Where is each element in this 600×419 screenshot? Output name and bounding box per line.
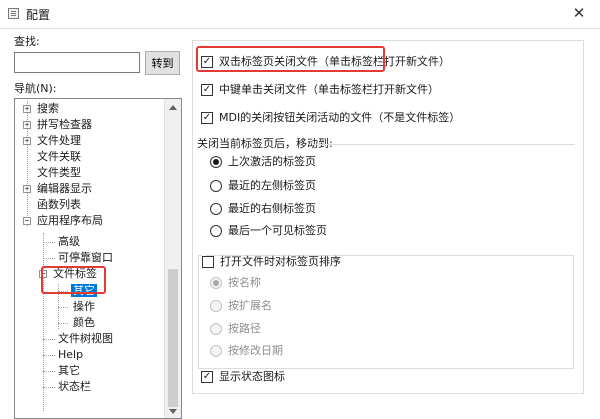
tree-item-help[interactable]: Help bbox=[58, 347, 83, 363]
tree-line bbox=[58, 291, 68, 292]
tree-line bbox=[43, 242, 55, 243]
tree-line bbox=[43, 339, 55, 340]
title-bar: 配置 ✕ bbox=[0, 0, 600, 29]
left-pane: 查找: 转到 导航(N): + 搜索 + 拼写检查器 + 文件处理 文件关联 文… bbox=[8, 30, 183, 419]
collapse-icon[interactable]: − bbox=[23, 217, 31, 225]
checkbox-dblclick-close[interactable]: ✓ bbox=[201, 56, 213, 68]
radio-button[interactable] bbox=[210, 277, 222, 289]
settings-panel: ✓ 双击标签页关闭文件（单击标签栏打开新文件） ✓ 中键单击关闭文件（单击标签栏… bbox=[192, 40, 584, 394]
tree-line bbox=[43, 355, 55, 356]
collapse-icon[interactable]: − bbox=[39, 270, 47, 278]
radio-button[interactable] bbox=[210, 323, 222, 335]
expand-icon[interactable]: + bbox=[23, 137, 31, 145]
expand-icon[interactable]: + bbox=[23, 185, 31, 193]
tree-line bbox=[58, 323, 68, 324]
tree-scrollbar[interactable] bbox=[164, 99, 181, 418]
radio-button[interactable] bbox=[210, 180, 222, 192]
checkbox-sort-tabs[interactable] bbox=[202, 256, 214, 268]
navigation-tree[interactable]: + 搜索 + 拼写检查器 + 文件处理 文件关联 文件类型 + 编辑器显示 函数… bbox=[14, 98, 182, 419]
checkbox-mdi-close[interactable]: ✓ bbox=[201, 112, 213, 124]
tree-item-advanced[interactable]: 高级 bbox=[58, 234, 80, 250]
checkbox-middle-click-close[interactable]: ✓ bbox=[201, 84, 213, 96]
tree-item-actions[interactable]: 操作 bbox=[73, 299, 95, 315]
group-divider bbox=[313, 144, 575, 145]
tree-item-file-tree-view[interactable]: 文件树视图 bbox=[58, 331, 113, 347]
tree-line bbox=[43, 371, 55, 372]
tree-line bbox=[43, 387, 55, 388]
option-sort-tabs[interactable]: 打开文件时对标签页排序 bbox=[202, 254, 341, 270]
radio-button[interactable] bbox=[210, 156, 222, 168]
tree-item-status-bar[interactable]: 状态栏 bbox=[58, 379, 91, 395]
expand-icon[interactable]: + bbox=[23, 121, 31, 129]
tree-item-dockable-windows[interactable]: 可停靠窗口 bbox=[58, 250, 113, 266]
search-label: 查找: bbox=[14, 35, 40, 48]
tree-line bbox=[58, 307, 68, 308]
window-title: 配置 bbox=[26, 8, 51, 22]
scrollbar-thumb[interactable] bbox=[168, 269, 178, 407]
scroll-down-icon[interactable] bbox=[169, 409, 177, 414]
search-input[interactable] bbox=[14, 52, 140, 73]
close-icon[interactable]: ✕ bbox=[568, 3, 590, 23]
scroll-up-icon[interactable] bbox=[169, 105, 177, 110]
tree-line bbox=[43, 233, 44, 411]
tree-line bbox=[43, 258, 55, 259]
tree-item-other-selected[interactable]: 其它 bbox=[71, 283, 97, 299]
tree-item-other[interactable]: 其它 bbox=[58, 363, 80, 379]
radio-button[interactable] bbox=[210, 300, 222, 312]
radio-button[interactable] bbox=[210, 225, 222, 237]
expand-icon[interactable]: + bbox=[23, 105, 31, 113]
checkbox-status-icon[interactable]: ✓ bbox=[201, 371, 213, 383]
tree-item-colors[interactable]: 颜色 bbox=[73, 315, 95, 331]
radio-button[interactable] bbox=[210, 345, 222, 357]
radio-button[interactable] bbox=[210, 203, 222, 215]
goto-button[interactable]: 转到 bbox=[145, 51, 180, 75]
navigation-label: 导航(N): bbox=[14, 82, 57, 95]
app-icon bbox=[8, 8, 19, 19]
